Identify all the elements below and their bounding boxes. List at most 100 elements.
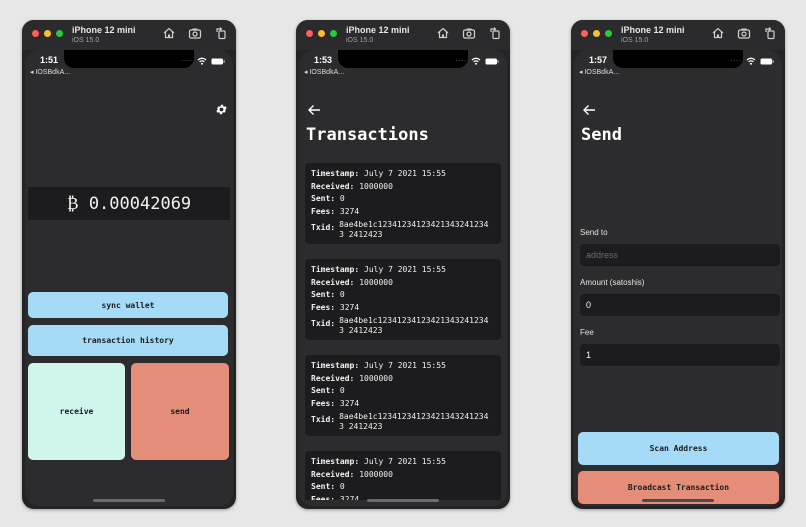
window-controls: [306, 30, 337, 37]
txid-label: Txid:: [311, 415, 336, 424]
fees-value: 3274: [339, 398, 360, 408]
sent-value: 0: [339, 290, 345, 299]
amount-input[interactable]: 0: [580, 294, 780, 316]
simulator-titlebar: iPhone 12 mini iOS 15.0: [296, 20, 510, 50]
home-icon[interactable]: [711, 26, 725, 40]
os-version: iOS 15.0: [621, 37, 649, 44]
sync-wallet-button[interactable]: sync wallet: [28, 292, 228, 318]
transaction-card: Timestamp: July 7 2021 15:55 Received: 1…: [305, 355, 501, 436]
timestamp-value: July 7 2021 15:55: [364, 169, 446, 178]
status-time: 1:53: [314, 55, 333, 65]
screenshot-icon[interactable]: [188, 26, 202, 40]
received-label: Received:: [311, 181, 355, 191]
timestamp-label: Timestamp:: [311, 265, 360, 274]
minimize-window-button[interactable]: [318, 30, 325, 37]
home-indicator: [642, 499, 714, 502]
transaction-history-button[interactable]: transaction history: [28, 325, 228, 356]
transaction-card: Timestamp: July 7 2021 15:55 Received: 1…: [305, 259, 501, 340]
simulator-window-send: iPhone 12 mini iOS 15.0 1:57 ···· ◂ IOSB…: [571, 20, 785, 509]
battery-icon: [485, 58, 499, 64]
received-label: Received:: [311, 469, 355, 479]
rotate-icon[interactable]: [488, 26, 502, 40]
os-version: iOS 15.0: [346, 37, 374, 44]
received-value: 1000000: [359, 277, 393, 287]
signal-dots: ····: [181, 57, 193, 65]
transaction-card: Timestamp: July 7 2021 15:55 Received: 1…: [305, 451, 501, 506]
device-name: iPhone 12 mini: [346, 25, 410, 35]
sent-label: Sent:: [311, 482, 336, 491]
fee-input[interactable]: 1: [580, 344, 780, 366]
close-window-button[interactable]: [581, 30, 588, 37]
device-title: iPhone 12 mini iOS 15.0: [346, 25, 410, 45]
wifi-icon: [471, 57, 481, 65]
window-controls: [581, 30, 612, 37]
page-title: Transactions: [306, 125, 429, 145]
transaction-card: Timestamp: July 7 2021 15:55 Received: 1…: [305, 163, 501, 244]
back-to-app-link[interactable]: ◂ IOSBdkA...: [30, 68, 70, 76]
fee-label: Fee: [580, 328, 594, 337]
rotate-icon[interactable]: [214, 26, 228, 40]
zoom-window-button[interactable]: [56, 30, 63, 37]
close-window-button[interactable]: [306, 30, 313, 37]
phone-screen: 1:53 ···· ◂ IOSBdkA... Transactions Time…: [299, 50, 507, 506]
address-input[interactable]: address: [580, 244, 780, 266]
txid-label: Txid:: [311, 223, 336, 232]
fees-label: Fees:: [311, 206, 336, 216]
home-icon[interactable]: [162, 26, 176, 40]
device-title: iPhone 12 mini iOS 15.0: [621, 25, 685, 45]
notch: [613, 50, 743, 68]
txid-label: Txid:: [311, 319, 336, 328]
back-to-app-link[interactable]: ◂ IOSBdkA...: [579, 68, 619, 76]
balance-panel: ₿ 0.00042069: [28, 187, 230, 220]
sent-label: Sent:: [311, 290, 336, 299]
sent-value: 0: [339, 386, 345, 395]
battery-icon: [211, 58, 225, 64]
phone-screen: 1:51 ···· ◂ IOSBdkA... ₿ 0.00042069 sync…: [25, 50, 233, 506]
close-window-button[interactable]: [32, 30, 39, 37]
received-value: 1000000: [359, 181, 393, 191]
received-label: Received:: [311, 373, 355, 383]
signal-dots: ····: [730, 57, 742, 65]
timestamp-value: July 7 2021 15:55: [364, 265, 446, 274]
home-indicator: [93, 499, 165, 502]
timestamp-label: Timestamp:: [311, 361, 360, 370]
home-icon[interactable]: [436, 26, 450, 40]
timestamp-label: Timestamp:: [311, 457, 360, 466]
txid-value: 8ae4be1c123412341234213432412343 2412423: [339, 316, 489, 335]
back-arrow-icon[interactable]: [307, 104, 321, 116]
receive-button[interactable]: receive: [28, 363, 125, 460]
received-value: 1000000: [359, 469, 393, 479]
fees-value: 3274: [339, 302, 360, 312]
gear-icon[interactable]: [215, 103, 228, 116]
received-value: 1000000: [359, 373, 393, 383]
status-time: 1:57: [589, 55, 608, 65]
device-name: iPhone 12 mini: [621, 25, 685, 35]
rotate-icon[interactable]: [763, 26, 777, 40]
zoom-window-button[interactable]: [605, 30, 612, 37]
sent-label: Sent:: [311, 194, 336, 203]
back-arrow-icon[interactable]: [582, 104, 596, 116]
device-title: iPhone 12 mini iOS 15.0: [72, 25, 136, 45]
send-button[interactable]: send: [131, 363, 229, 460]
notch: [338, 50, 468, 68]
balance-amount: ₿ 0.00042069: [66, 193, 192, 214]
sent-label: Sent:: [311, 386, 336, 395]
txid-value: 8ae4be1c123412341234213432412343 2412423: [339, 220, 489, 239]
fees-value: 3274: [339, 206, 360, 216]
send-to-label: Send to: [580, 228, 608, 237]
sent-value: 0: [339, 194, 345, 203]
screenshot-icon[interactable]: [737, 26, 751, 40]
status-time: 1:51: [40, 55, 59, 65]
notch: [64, 50, 194, 68]
zoom-window-button[interactable]: [330, 30, 337, 37]
fees-label: Fees:: [311, 398, 336, 408]
back-to-app-link[interactable]: ◂ IOSBdkA...: [304, 68, 344, 76]
wifi-icon: [746, 57, 756, 65]
timestamp-label: Timestamp:: [311, 169, 360, 178]
minimize-window-button[interactable]: [44, 30, 51, 37]
minimize-window-button[interactable]: [593, 30, 600, 37]
txid-value: 8ae4be1c123412341234213432412343 2412423: [339, 412, 489, 431]
screenshot-icon[interactable]: [462, 26, 476, 40]
scan-address-button[interactable]: Scan Address: [578, 432, 779, 465]
page-title: Send: [581, 125, 622, 145]
